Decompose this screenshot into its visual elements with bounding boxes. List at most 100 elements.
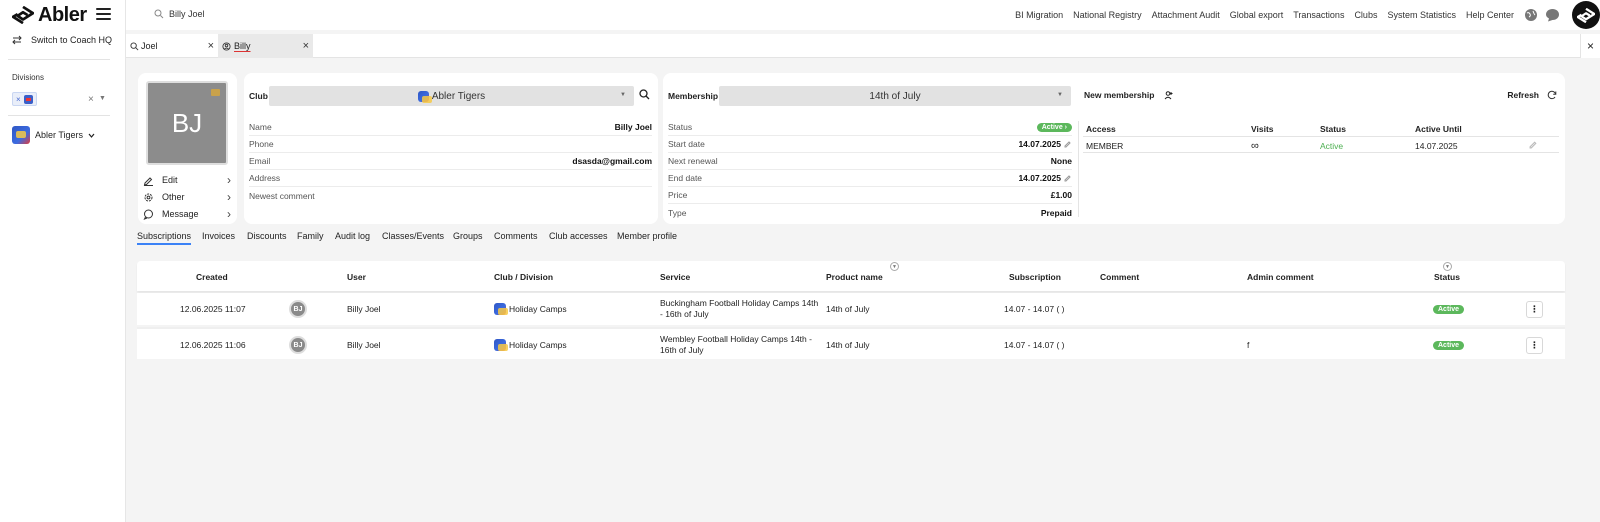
tab-groups[interactable]: Groups [453,231,483,241]
access-status-value: Active [1320,141,1344,151]
field-key: Start date [668,139,705,149]
tab-invoices[interactable]: Invoices [202,231,235,241]
abler-logo-icon [1577,7,1595,23]
col-comment[interactable]: Comment [1100,272,1139,282]
globe-icon[interactable] [1524,8,1538,22]
club-crest-icon [494,339,508,351]
tab-member-profile[interactable]: Member profile [617,231,677,241]
global-search[interactable]: Billy Joel [154,9,205,19]
close-icon[interactable]: × [303,40,309,52]
field-key: Next renewal [668,156,718,166]
profile-avatar[interactable]: BJ [146,81,228,165]
avatar[interactable]: BJ [289,336,307,354]
chip-remove-icon[interactable]: × [16,95,21,104]
nav-attachment-audit[interactable]: Attachment Audit [1152,10,1220,20]
edit-icon[interactable] [1064,174,1072,182]
col-user[interactable]: User [347,272,366,282]
refresh-button[interactable]: Refresh [1507,90,1557,100]
col-service[interactable]: Service [660,272,690,282]
more-options-icon[interactable]: ⋮ [1526,336,1543,354]
table-row[interactable]: 12.06.2025 11:07 BJ Billy Joel Holiday C… [137,293,1565,325]
nav-system-statistics[interactable]: System Statistics [1387,10,1456,20]
field-value: dsasda@gmail.com [572,156,652,166]
club-crest-icon [12,126,30,144]
status-badge: Active [1433,340,1465,350]
message-button[interactable]: Message › [143,206,231,222]
division-chip[interactable]: × [12,92,37,106]
tab-family[interactable]: Family [297,231,324,241]
club-cell-text: Holiday Camps [509,304,567,314]
message-label: Message [162,209,199,219]
membership-select[interactable]: 14th of July ▼ [719,86,1071,106]
tab-club-accesses[interactable]: Club accesses [549,231,608,241]
col-product-name[interactable]: Product name [826,272,883,282]
status-cell: Active [1433,293,1465,325]
col-status[interactable]: Status [1434,272,1460,282]
club-switcher[interactable]: Abler Tigers [12,126,95,144]
close-all-tabs-icon[interactable]: × [1580,34,1600,58]
visits-value: ∞ [1251,140,1259,152]
tab-subscriptions[interactable]: Subscriptions [137,231,192,245]
chevron-down-icon[interactable]: ▼ [99,95,106,102]
status-badge[interactable]: Active › [1036,122,1072,132]
chat-icon[interactable] [1545,8,1560,22]
nav-global-export[interactable]: Global export [1230,10,1284,20]
divisions-label: Divisions [12,73,45,82]
membership-select-value: 14th of July [869,90,921,102]
filter-icon[interactable]: ▼ [1443,262,1452,271]
col-created[interactable]: Created [196,272,228,282]
more-options-icon[interactable]: ⋮ [1526,300,1543,318]
tab-discounts[interactable]: Discounts [247,231,287,241]
avatar[interactable]: BJ [289,300,307,318]
menu-icon[interactable] [96,8,111,20]
edit-icon[interactable] [1064,140,1072,148]
edit-icon[interactable] [1529,140,1538,149]
filter-icon[interactable]: ▼ [890,262,899,271]
tab-audit-log[interactable]: Audit log [335,231,370,241]
field-key: Phone [249,139,274,149]
field-key: Address [249,173,281,183]
nav-transactions[interactable]: Transactions [1293,10,1344,20]
nav-bi-migration[interactable]: BI Migration [1015,10,1063,20]
club-select[interactable]: Abler Tigers ▼ [269,86,634,106]
camera-icon[interactable] [211,89,220,96]
tab-joel[interactable]: Joel × [126,34,218,58]
club-cell: Holiday Camps [494,329,567,361]
col-club-division[interactable]: Club / Division [494,272,553,282]
abler-logo[interactable]: Abler [12,4,87,26]
field-key: Price [668,190,688,200]
tab-comments[interactable]: Comments [494,231,538,241]
nav-clubs[interactable]: Clubs [1354,10,1377,20]
subscription-cell: 14.07 - 14.07 ( ) [1004,340,1065,350]
tab-billy[interactable]: Billy × [218,34,313,58]
new-membership-label: New membership [1084,90,1155,100]
nav-national-registry[interactable]: National Registry [1073,10,1142,20]
other-button[interactable]: Other › [143,189,231,205]
user-menu-avatar[interactable] [1572,1,1600,29]
newest-comment-field: Newest comment [249,187,652,204]
close-icon[interactable]: × [208,40,214,52]
club-select-value: Abler Tigers [431,90,486,102]
field-key: Email [249,156,271,166]
field-key: Type [668,207,687,218]
tab-classes-events[interactable]: Classes/Events [382,231,444,241]
new-membership-button[interactable]: New membership [1084,90,1173,100]
search-icon[interactable] [639,89,650,100]
col-admin-comment[interactable]: Admin comment [1247,272,1314,282]
nav-help-center[interactable]: Help Center [1466,10,1514,20]
switch-coach-hq-link[interactable]: Switch to Coach HQ [12,35,112,45]
app-name: Abler [38,3,87,26]
clear-divisions-icon[interactable]: × [88,94,94,105]
service-cell: Buckingham Football Holiday Camps 14th -… [660,293,820,325]
field-key: Status [668,122,693,132]
end-date-field: End date 14.07.2025 [668,170,1072,187]
col-subscription[interactable]: Subscription [1009,272,1061,282]
subscriptions-table-header: Created User Club / Division Service Pro… [137,261,1565,291]
table-row[interactable]: 12.06.2025 11:06 BJ Billy Joel Holiday C… [137,327,1565,359]
search-icon [130,41,139,50]
add-user-icon [1165,90,1173,99]
status-field: Status Active › [668,119,1072,136]
field-value: £1.00 [1050,190,1072,200]
edit-button[interactable]: Edit › [143,172,231,188]
sidebar: Abler Switch to Coach HQ Divisions × × ▼… [0,0,126,522]
